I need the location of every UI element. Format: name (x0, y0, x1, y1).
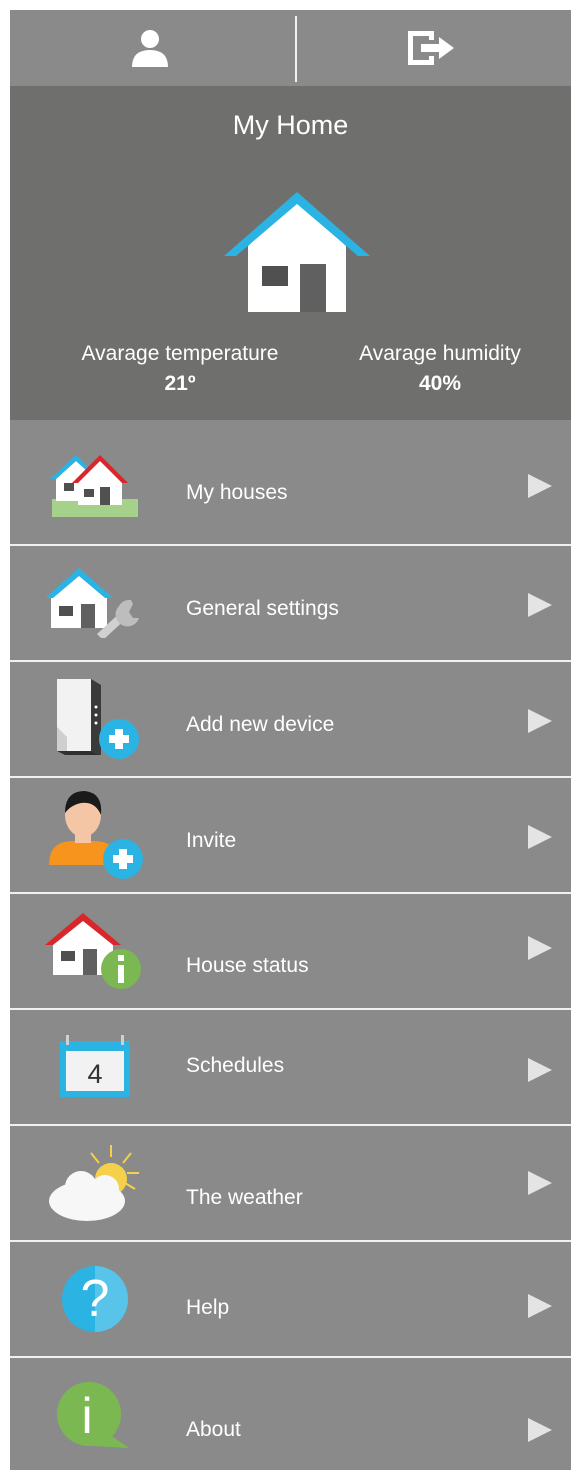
device-add-icon (57, 679, 139, 759)
menu-item-my-houses[interactable]: My houses (10, 420, 571, 544)
app-screen: My Home Avarage temperature 21º Avarage … (10, 10, 571, 1470)
chevron-right-icon (528, 474, 552, 498)
menu-item-schedules[interactable]: 4 Schedules (10, 1008, 571, 1124)
humidity-value: 40% (418, 372, 462, 395)
houses-icon (50, 455, 138, 517)
menu-item-add-new-device[interactable]: Add new device (10, 660, 571, 776)
menu-item-label: Add new device (186, 713, 335, 736)
menu-item-label: Schedules (186, 1054, 285, 1077)
about-glyph: i (81, 1388, 93, 1444)
top-bar (10, 10, 571, 86)
chevron-right-icon (528, 936, 552, 960)
chevron-right-icon (528, 1058, 552, 1082)
help-glyph: ? (80, 1270, 110, 1328)
menu-item-label: The weather (186, 1186, 303, 1209)
chevron-right-icon (528, 593, 552, 617)
person-add-icon (49, 791, 143, 879)
chevron-right-icon (528, 825, 552, 849)
menu-item-about[interactable]: i About (10, 1356, 571, 1472)
house-info-icon (45, 913, 141, 989)
menu-item-label: General settings (186, 597, 339, 620)
weather-icon (49, 1145, 139, 1221)
home-summary-panel: My Home Avarage temperature 21º Avarage … (10, 86, 571, 420)
chevron-right-icon (528, 1418, 552, 1442)
logout-button[interactable] (291, 10, 571, 86)
main-menu: My houses General settings Add new devic… (10, 420, 571, 1472)
menu-item-label: My houses (186, 481, 288, 504)
chevron-right-icon (528, 1171, 552, 1195)
menu-item-label: Invite (186, 829, 237, 852)
calendar-day: 4 (87, 1059, 103, 1089)
page-title: My Home (232, 110, 349, 140)
menu-item-label: Help (186, 1296, 230, 1319)
temperature-label: Avarage temperature (81, 342, 279, 365)
home-icon (224, 192, 370, 312)
menu-item-invite[interactable]: Invite (10, 776, 571, 892)
menu-item-general-settings[interactable]: General settings (10, 544, 571, 660)
logout-icon (408, 31, 454, 65)
average-temperature: Avarage temperature 21º (50, 342, 310, 396)
menu-item-label: House status (186, 954, 309, 977)
temperature-value: 21º (164, 372, 196, 395)
menu-item-help[interactable]: ? Help (10, 1240, 571, 1356)
profile-button[interactable] (10, 10, 290, 86)
house-wrench-icon (45, 568, 139, 638)
user-icon (132, 30, 168, 67)
menu-item-house-status[interactable]: House status (10, 892, 571, 1008)
average-humidity: Avarage humidity 40% (330, 342, 550, 396)
chevron-right-icon (528, 1294, 552, 1318)
menu-item-label: About (186, 1418, 241, 1441)
chevron-right-icon (528, 709, 552, 733)
humidity-label: Avarage humidity (359, 342, 521, 365)
menu-item-the-weather[interactable]: The weather (10, 1124, 571, 1240)
